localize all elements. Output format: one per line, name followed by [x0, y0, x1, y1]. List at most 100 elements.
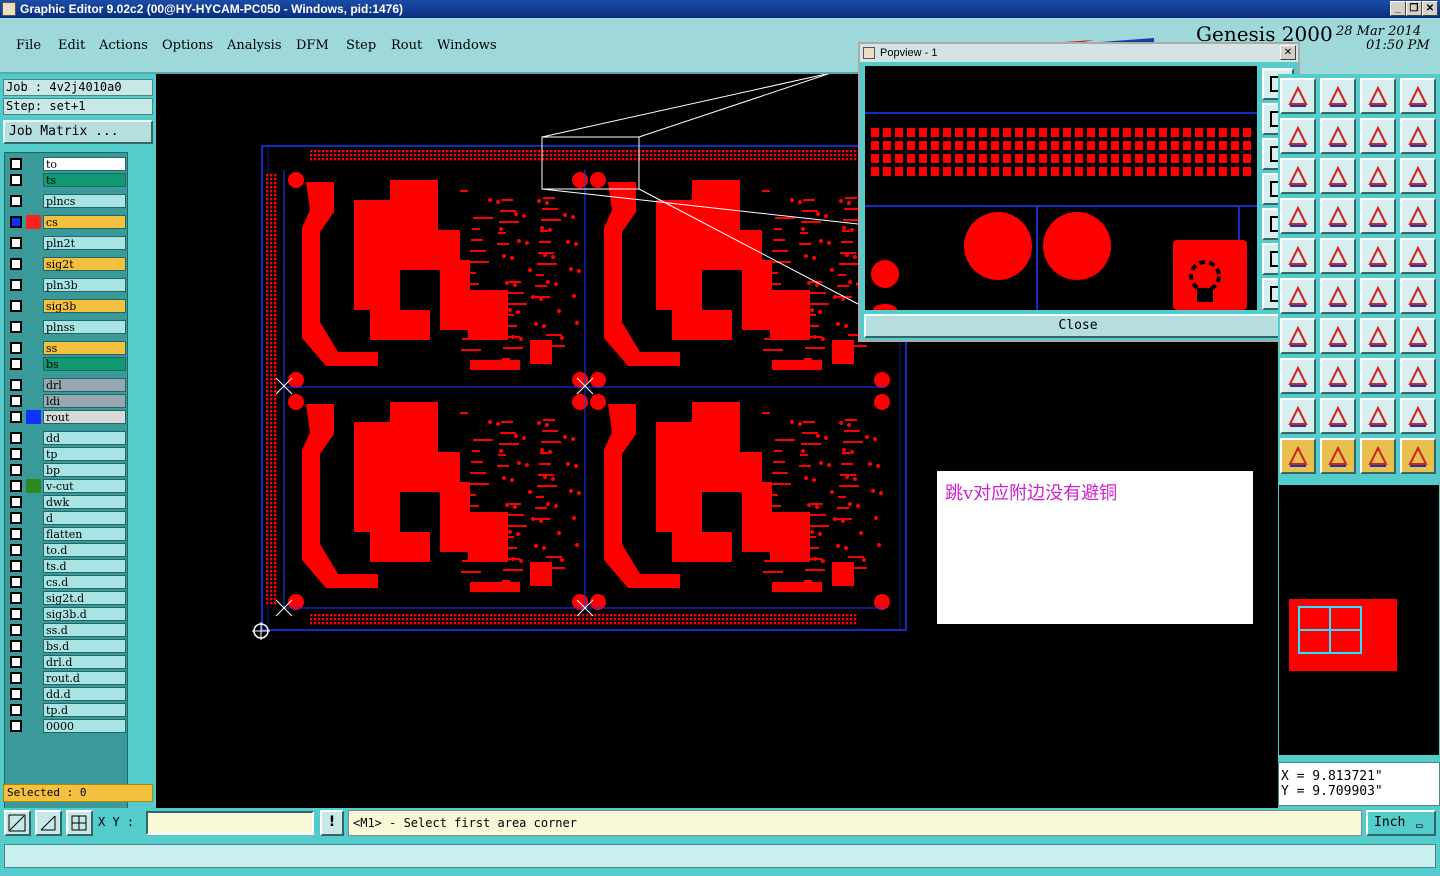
layer-name[interactable]: dwk	[43, 495, 126, 509]
layer-checkbox[interactable]	[10, 258, 22, 270]
zoom-area-icon[interactable]	[4, 810, 31, 836]
layer-name[interactable]: cs	[43, 215, 126, 229]
layer-row-ldi[interactable]: ldi	[7, 394, 127, 408]
layer-row-drl[interactable]: drl	[7, 378, 127, 392]
layer-checkbox[interactable]	[10, 379, 22, 391]
menu-file[interactable]: File	[16, 38, 41, 53]
layer-checkbox[interactable]	[10, 342, 22, 354]
view-icon[interactable]	[1280, 78, 1316, 114]
layer-checkbox[interactable]	[10, 640, 22, 652]
layer-row-to.d[interactable]: to.d	[7, 543, 127, 557]
help-icon[interactable]	[1400, 158, 1436, 194]
home-icon[interactable]	[1360, 78, 1396, 114]
layer-checkbox[interactable]	[10, 448, 22, 460]
select2-icon[interactable]	[1320, 438, 1356, 474]
a3-icon[interactable]	[1400, 398, 1436, 434]
triangle-icon[interactable]	[1280, 398, 1316, 434]
layer-checkbox[interactable]	[10, 624, 22, 636]
layer-row-rout[interactable]: rout	[7, 410, 127, 424]
layer-checkbox[interactable]	[10, 688, 22, 700]
layer-checkbox[interactable]	[10, 720, 22, 732]
layer-name[interactable]: ss	[43, 341, 126, 355]
pad-icon[interactable]	[1320, 198, 1356, 234]
layer-name[interactable]: drl.d	[43, 655, 126, 669]
layer-checkbox[interactable]	[10, 195, 22, 207]
layer-checkbox[interactable]	[10, 560, 22, 572]
layer-row-to[interactable]: to	[7, 157, 127, 171]
layer-row-dd.d[interactable]: dd.d	[7, 687, 127, 701]
minimize-icon[interactable]: _	[1390, 1, 1406, 16]
layer-row-cs[interactable]: cs	[7, 215, 127, 229]
layer-name[interactable]: ss.d	[43, 623, 126, 637]
line-icon[interactable]	[1360, 278, 1396, 314]
layer-row-0000[interactable]: 0000	[7, 719, 127, 733]
slash-icon[interactable]	[1320, 318, 1356, 354]
layer-row-ts[interactable]: ts	[7, 173, 127, 187]
x-icon[interactable]	[1320, 278, 1356, 314]
layer-name[interactable]: drl	[43, 378, 126, 392]
layer-row-d[interactable]: d	[7, 511, 127, 525]
menu-analysis[interactable]: Analysis	[227, 38, 282, 53]
layer-row-pln3b[interactable]: pln3b	[7, 278, 127, 292]
a2-icon[interactable]	[1360, 398, 1396, 434]
layer-name[interactable]: sig2t.d	[43, 591, 126, 605]
layer-row-sig2t[interactable]: sig2t	[7, 257, 127, 271]
layer-checkbox[interactable]	[10, 321, 22, 333]
center-icon[interactable]	[1320, 158, 1356, 194]
layer-name[interactable]: plnss	[43, 320, 126, 334]
net-select-icon[interactable]	[1400, 198, 1436, 234]
move-icon[interactable]	[1280, 118, 1316, 154]
layer-checkbox[interactable]	[10, 496, 22, 508]
layer-row-ss.d[interactable]: ss.d	[7, 623, 127, 637]
layer-row-pln2t[interactable]: pln2t	[7, 236, 127, 250]
layer-name[interactable]: to	[43, 157, 126, 171]
layer-checkbox[interactable]	[10, 358, 22, 370]
layer-checkbox[interactable]	[10, 608, 22, 620]
layer-checkbox[interactable]	[10, 237, 22, 249]
menu-options[interactable]: Options	[162, 38, 213, 53]
info-button[interactable]: !	[320, 810, 344, 836]
close-icon[interactable]: ✕	[1422, 1, 1438, 16]
window-icon[interactable]	[1400, 78, 1436, 114]
layer-row-bp[interactable]: bp	[7, 463, 127, 477]
layer-name[interactable]: rout	[43, 410, 126, 424]
layer-name[interactable]: rout.d	[43, 671, 126, 685]
layer-checkbox[interactable]	[10, 174, 22, 186]
menu-windows[interactable]: Windows	[437, 38, 497, 53]
layer-icon[interactable]	[1280, 198, 1316, 234]
overview-map[interactable]	[1278, 484, 1440, 756]
layer-name[interactable]: bs.d	[43, 639, 126, 653]
snap-icon[interactable]	[35, 810, 62, 836]
restore-icon[interactable]: ❐	[1406, 1, 1422, 16]
popview-close-icon[interactable]: ✕	[1280, 45, 1296, 60]
layer-name[interactable]: ldi	[43, 394, 126, 408]
layer-name[interactable]: bs	[43, 357, 126, 371]
layer-checkbox[interactable]	[10, 216, 22, 228]
layer-checkbox[interactable]	[10, 432, 22, 444]
layer-row-v-cut[interactable]: v-cut	[7, 479, 127, 493]
copy-icon[interactable]	[1280, 158, 1316, 194]
layer-checkbox[interactable]	[10, 656, 22, 668]
menu-step[interactable]: Step	[346, 38, 376, 53]
a-icon[interactable]	[1320, 398, 1356, 434]
arc-icon[interactable]	[1400, 278, 1436, 314]
draw-icon[interactable]	[1280, 318, 1316, 354]
layer-name[interactable]: flatten	[43, 527, 126, 541]
layer-checkbox[interactable]	[10, 512, 22, 524]
layer-row-ts.d[interactable]: ts.d	[7, 559, 127, 573]
layer-row-sig2t.d[interactable]: sig2t.d	[7, 591, 127, 605]
layer-name[interactable]: dd	[43, 431, 126, 445]
layer-checkbox[interactable]	[10, 480, 22, 492]
layer-row-bs.d[interactable]: bs.d	[7, 639, 127, 653]
layer-name[interactable]: tp	[43, 447, 126, 461]
layer-checkbox[interactable]	[10, 464, 22, 476]
layer-row-cs.d[interactable]: cs.d	[7, 575, 127, 589]
layer-row-sig3b.d[interactable]: sig3b.d	[7, 607, 127, 621]
layer-checkbox[interactable]	[10, 528, 22, 540]
layer-checkbox[interactable]	[10, 672, 22, 684]
layer-row-plnss[interactable]: plnss	[7, 320, 127, 334]
menu-rout[interactable]: Rout	[391, 38, 422, 53]
layer-row-ss[interactable]: ss	[7, 341, 127, 355]
rotate-icon[interactable]	[1360, 318, 1396, 354]
s-icon[interactable]	[1400, 118, 1436, 154]
